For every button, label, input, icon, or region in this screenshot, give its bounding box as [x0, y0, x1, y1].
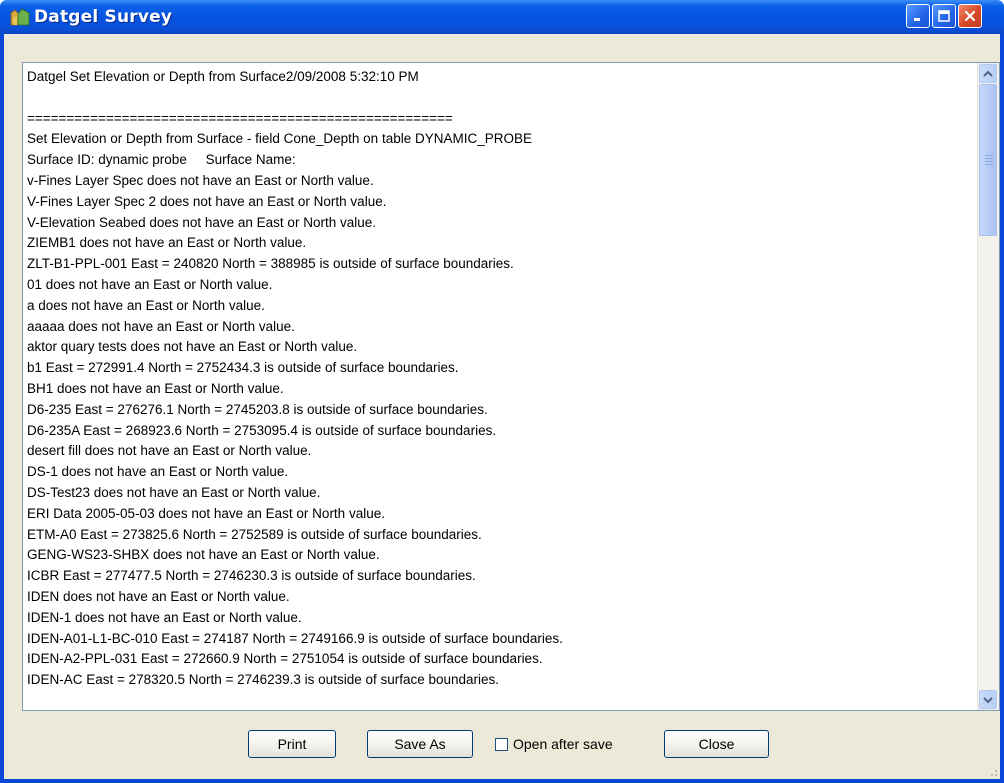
- log-line: b1 East = 272991.4 North = 2752434.3 is …: [27, 360, 459, 376]
- log-content: Datgel Set Elevation or Depth from Surfa…: [27, 67, 972, 691]
- dialog-button-row: Print Save As Open after save Close: [4, 724, 1000, 764]
- log-line: DS-1 does not have an East or North valu…: [27, 464, 289, 480]
- dialog-client-area: Datgel Set Elevation or Depth from Surfa…: [4, 34, 1000, 779]
- scroll-up-button[interactable]: [979, 64, 997, 83]
- datgel-survey-window: Datgel Survey Datgel Set Elevation or De…: [0, 0, 1004, 783]
- log-line: ZIEMB1 does not have an East or North va…: [27, 235, 307, 251]
- maximize-icon: [938, 10, 950, 22]
- log-line: IDEN-AC East = 278320.5 North = 2746239.…: [27, 672, 500, 688]
- log-line: ETM-A0 East = 273825.6 North = 2752589 i…: [27, 526, 482, 542]
- log-line: aaaaa does not have an East or North val…: [27, 318, 295, 334]
- log-line: DS-Test23 does not have an East or North…: [27, 484, 321, 500]
- log-line: v-Fines Layer Spec does not have an East…: [27, 172, 374, 188]
- maximize-button[interactable]: [932, 4, 956, 28]
- close-button[interactable]: Close: [664, 730, 769, 758]
- log-line: Datgel Set Elevation or Depth from Surfa…: [27, 69, 419, 84]
- minimize-button[interactable]: [906, 4, 930, 28]
- open-after-save-label: Open after save: [513, 736, 613, 752]
- log-line: ========================================…: [27, 110, 453, 126]
- log-line: desert fill does not have an East or Nor…: [27, 443, 312, 459]
- log-line: V-Elevation Seabed does not have an East…: [27, 214, 376, 230]
- chevron-up-icon: [983, 70, 993, 77]
- print-button[interactable]: Print: [248, 730, 336, 758]
- close-icon: [964, 10, 976, 22]
- log-line: a does not have an East or North value.: [27, 297, 265, 313]
- log-line: D6-235A East = 268923.6 North = 2753095.…: [27, 422, 497, 438]
- log-line: Surface ID: dynamic probe Surface Name:: [27, 152, 296, 168]
- log-line: 01 does not have an East or North value.: [27, 276, 273, 292]
- log-line: ZLT-B1-PPL-001 East = 240820 North = 388…: [27, 256, 514, 272]
- checkbox-box[interactable]: [495, 737, 508, 751]
- log-line: IDEN-A2-PPL-031 East = 272660.9 North = …: [27, 651, 543, 667]
- minimize-icon: [914, 18, 920, 21]
- log-line: V-Fines Layer Spec 2 does not have an Ea…: [27, 193, 387, 209]
- log-line: Set Elevation or Depth from Surface - fi…: [27, 131, 532, 147]
- log-line: IDEN-A01-L1-BC-010 East = 274187 North =…: [27, 630, 563, 646]
- log-line: aktor quary tests does not have an East …: [27, 339, 358, 355]
- datgel-app-icon: [10, 8, 30, 26]
- log-line: GENG-WS23-SHBX does not have an East or …: [27, 547, 380, 563]
- log-line: D6-235 East = 276276.1 North = 2745203.8…: [27, 401, 488, 417]
- open-after-save-checkbox[interactable]: Open after save: [495, 734, 613, 754]
- log-text-area[interactable]: Datgel Set Elevation or Depth from Surfa…: [22, 62, 1000, 711]
- resize-grip-icon[interactable]: [986, 765, 998, 777]
- log-line: IDEN does not have an East or North valu…: [27, 588, 290, 604]
- title-bar[interactable]: Datgel Survey: [0, 0, 1004, 34]
- save-as-button[interactable]: Save As: [367, 730, 473, 758]
- scroll-thumb[interactable]: [979, 84, 997, 236]
- log-line: ERI Data 2005-05-03 does not have an Eas…: [27, 505, 385, 521]
- vertical-scrollbar[interactable]: [977, 63, 999, 710]
- log-line: BH1 does not have an East or North value…: [27, 380, 284, 396]
- window-title: Datgel Survey: [34, 7, 173, 27]
- close-window-button[interactable]: [958, 4, 982, 28]
- chevron-down-icon: [983, 696, 993, 703]
- log-line: ICBR East = 277477.5 North = 2746230.3 i…: [27, 568, 476, 584]
- scroll-down-button[interactable]: [979, 690, 997, 709]
- log-line: IDEN-1 does not have an East or North va…: [27, 609, 302, 625]
